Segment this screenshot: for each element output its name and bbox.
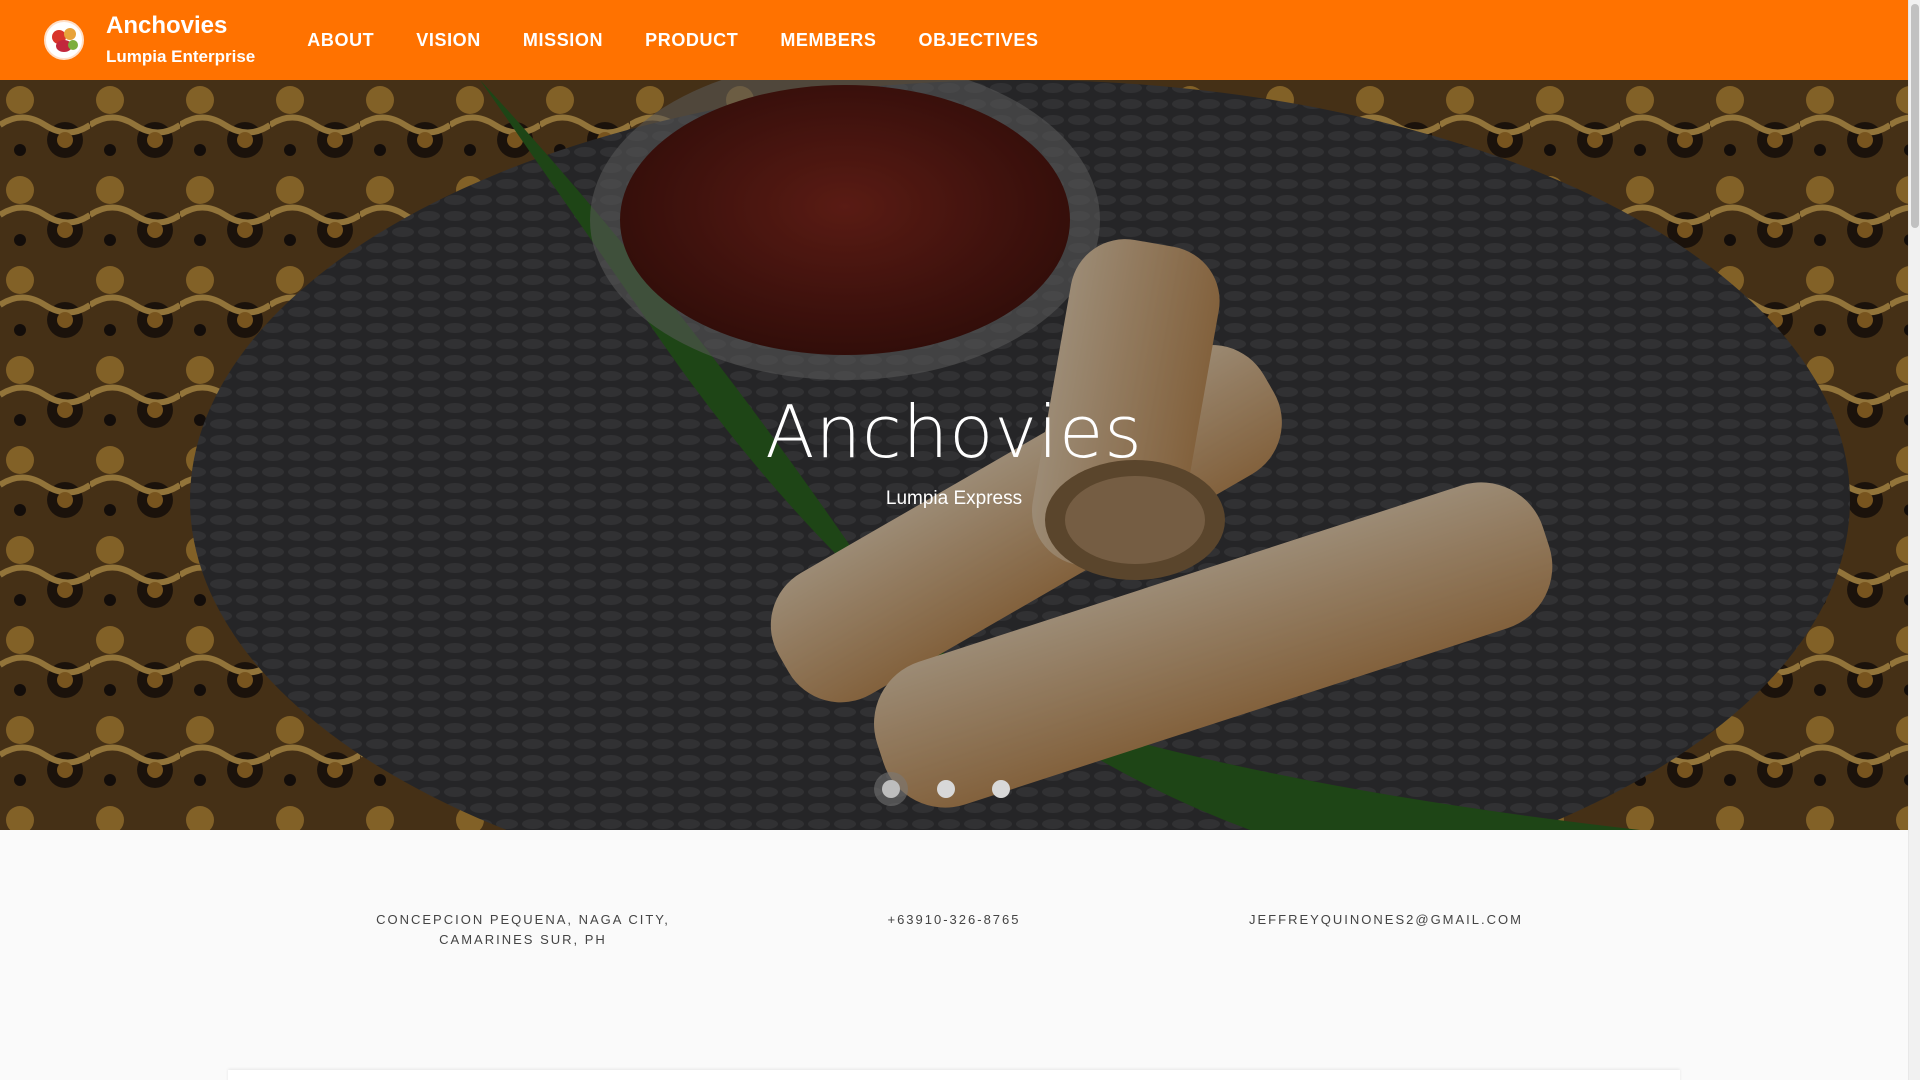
top-navbar: Anchovies Lumpia Enterprise ABOUT VISION…: [0, 0, 1908, 80]
nav-vision[interactable]: VISION: [416, 0, 481, 80]
hero-title: Anchovies: [765, 390, 1143, 474]
nav-objectives[interactable]: OBJECTIVES: [919, 0, 1039, 80]
brand-name[interactable]: Anchovies: [106, 12, 255, 40]
content-card: [228, 1070, 1680, 1080]
brand[interactable]: Anchovies Lumpia Enterprise: [44, 12, 255, 68]
nav-members[interactable]: MEMBERS: [780, 0, 876, 80]
contact-section: CONCEPCION PEQUENA, NAGA CITY, CAMARINES…: [0, 830, 1908, 1080]
lumpia-logo-icon: [44, 20, 84, 60]
contact-phone[interactable]: +63910-326-8765: [854, 910, 1054, 930]
scrollbar-thumb[interactable]: [1911, 4, 1919, 228]
nav-product[interactable]: PRODUCT: [645, 0, 738, 80]
contact-address: CONCEPCION PEQUENA, NAGA CITY, CAMARINES…: [376, 912, 670, 947]
carousel-indicators: [882, 780, 1047, 798]
contact-email[interactable]: JEFFREYQUINONES2@GMAIL.COM: [1236, 910, 1536, 930]
hero-carousel: Anchovies Lumpia Express: [0, 80, 1908, 830]
page-scrollbar[interactable]: [1908, 0, 1920, 1080]
carousel-dot-3[interactable]: [992, 780, 1010, 798]
hero-subtitle: Lumpia Express: [885, 488, 1023, 509]
nav-about[interactable]: ABOUT: [307, 0, 374, 80]
nav-mission[interactable]: MISSION: [523, 0, 603, 80]
brand-subtitle: Lumpia Enterprise: [106, 47, 256, 66]
carousel-dot-1[interactable]: [882, 780, 900, 798]
main-nav: ABOUT VISION MISSION PRODUCT MEMBERS OBJ…: [307, 0, 1080, 80]
carousel-dot-2[interactable]: [937, 780, 955, 798]
